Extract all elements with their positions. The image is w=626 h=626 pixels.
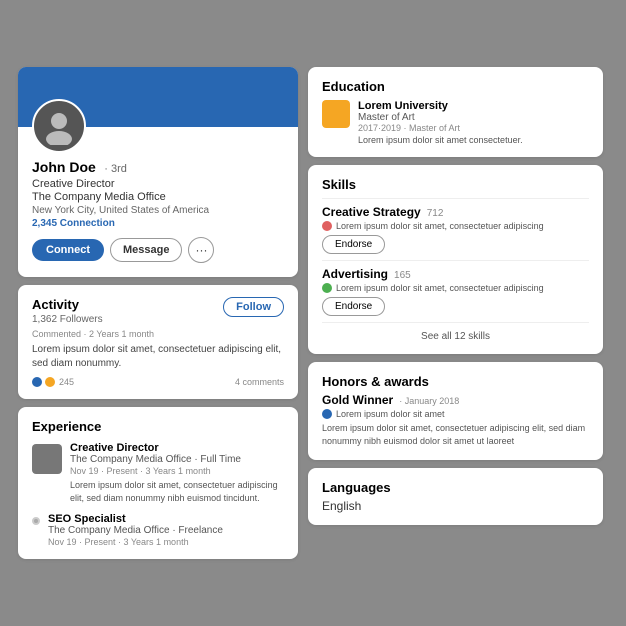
right-panel: Education Lorem University Master of Art…	[308, 67, 603, 558]
honors-title: Honors & awards	[322, 374, 589, 389]
activity-followers: 1,362 Followers	[32, 314, 103, 325]
experience-card: Experience Creative Director The Company…	[18, 407, 298, 558]
skill-count-0: 712	[427, 208, 444, 219]
skill-item-0: Creative Strategy 712 Lorem ipsum dolor …	[322, 205, 589, 254]
education-title: Education	[322, 79, 589, 94]
reaction-dots	[32, 377, 55, 387]
skill-desc-text-0: Lorem ipsum dolor sit amet, consectetuer…	[336, 221, 544, 231]
experience-title: Experience	[32, 419, 284, 434]
message-button[interactable]: Message	[110, 238, 182, 262]
edu-date: 2017·2019 · Master of Art	[358, 123, 523, 133]
profile-actions: Connect Message ···	[32, 237, 284, 263]
honor-date: · January 2018	[399, 396, 459, 406]
exp-desc-0: Lorem ipsum dolor sit amet, consectetuer…	[70, 479, 284, 504]
reaction-count: 245	[59, 377, 74, 387]
skill-desc-1: Lorem ipsum dolor sit amet, consectetuer…	[322, 283, 589, 293]
activity-title: Activity	[32, 297, 103, 312]
endorse-button-0[interactable]: Endorse	[322, 235, 385, 254]
connect-button[interactable]: Connect	[32, 239, 104, 261]
profile-connections[interactable]: 2,345 Connection	[32, 218, 284, 229]
experience-item-1: SEO Specialist The Company Media Office …	[32, 513, 284, 547]
skill-desc-0: Lorem ipsum dolor sit amet, consectetuer…	[322, 221, 589, 231]
exp-job-title-0: Creative Director	[70, 442, 284, 454]
activity-meta: Commented · 2 Years 1 month	[32, 329, 284, 339]
education-item: Lorem University Master of Art 2017·2019…	[322, 100, 589, 145]
endorse-button-1[interactable]: Endorse	[322, 297, 385, 316]
avatar	[32, 99, 86, 153]
profile-name: John Doe	[32, 159, 96, 175]
honors-card: Honors & awards Gold Winner · January 20…	[308, 362, 603, 459]
skill-desc-text-1: Lorem ipsum dolor sit amet, consectetuer…	[336, 283, 544, 293]
profile-company: The Company Media Office	[32, 191, 284, 203]
left-panel: John Doe · 3rd Creative Director The Com…	[18, 67, 298, 558]
honor-long-desc: Lorem ipsum dolor sit amet, consectetuer…	[322, 422, 589, 447]
skills-card: Skills Creative Strategy 712 Lorem ipsum…	[308, 165, 603, 354]
profile-degree: · 3rd	[104, 163, 127, 175]
skill-count-1: 165	[394, 270, 411, 281]
activity-text: Lorem ipsum dolor sit amet, consectetuer…	[32, 343, 284, 371]
education-icon	[322, 100, 350, 128]
reaction-dot-blue	[32, 377, 42, 387]
skill-name-0: Creative Strategy	[322, 205, 421, 219]
skills-divider-bottom	[322, 322, 589, 323]
honor-dot-blue	[322, 409, 332, 419]
experience-dot-1	[32, 517, 40, 525]
comments-count: 4 comments	[235, 377, 284, 387]
languages-card: Languages English	[308, 468, 603, 525]
more-icon: ···	[195, 243, 207, 257]
follow-button[interactable]: Follow	[223, 297, 284, 317]
activity-footer: 245 4 comments	[32, 377, 284, 387]
education-card: Education Lorem University Master of Art…	[308, 67, 603, 157]
more-button[interactable]: ···	[188, 237, 214, 263]
exp-company-1: The Company Media Office · Freelance	[48, 525, 223, 536]
skill-name-1: Advertising	[322, 267, 388, 281]
experience-icon-0	[32, 444, 62, 474]
profile-location: New York City, United States of America	[32, 205, 284, 216]
activity-card: Activity 1,362 Followers Follow Commente…	[18, 285, 298, 399]
languages-title: Languages	[322, 480, 589, 495]
skill-dot-green-1	[322, 283, 332, 293]
honor-short-desc: Lorem ipsum dolor sit amet	[336, 409, 445, 419]
avatar-wrap	[32, 99, 284, 153]
exp-date-1: Nov 19 · Present · 3 Years 1 month	[48, 537, 223, 547]
honor-title-row: Gold Winner · January 2018	[322, 393, 589, 407]
reaction-dot-orange	[45, 377, 55, 387]
skills-divider-top	[322, 198, 589, 199]
edu-degree: Master of Art	[358, 112, 523, 123]
skill-item-1: Advertising 165 Lorem ipsum dolor sit am…	[322, 267, 589, 316]
languages-value: English	[322, 499, 589, 513]
exp-job-title-1: SEO Specialist	[48, 513, 223, 525]
profile-title: Creative Director	[32, 178, 284, 190]
profile-name-row: John Doe · 3rd	[32, 159, 284, 177]
honor-item: Gold Winner · January 2018 Lorem ipsum d…	[322, 393, 589, 447]
see-all-skills[interactable]: See all 12 skills	[322, 331, 589, 342]
exp-company-0: The Company Media Office · Full Time	[70, 454, 284, 465]
edu-desc: Lorem ipsum dolor sit amet consectetuer.	[358, 135, 523, 145]
honor-award-title: Gold Winner	[322, 393, 393, 407]
skill-dot-red-0	[322, 221, 332, 231]
skills-title: Skills	[322, 177, 589, 192]
exp-date-0: Nov 19 · Present · 3 Years 1 month	[70, 466, 284, 476]
profile-card: John Doe · 3rd Creative Director The Com…	[18, 67, 298, 277]
experience-item-0: Creative Director The Company Media Offi…	[32, 442, 284, 504]
edu-school: Lorem University	[358, 100, 523, 112]
skills-divider-1	[322, 260, 589, 261]
honor-desc-row: Lorem ipsum dolor sit amet	[322, 409, 589, 419]
